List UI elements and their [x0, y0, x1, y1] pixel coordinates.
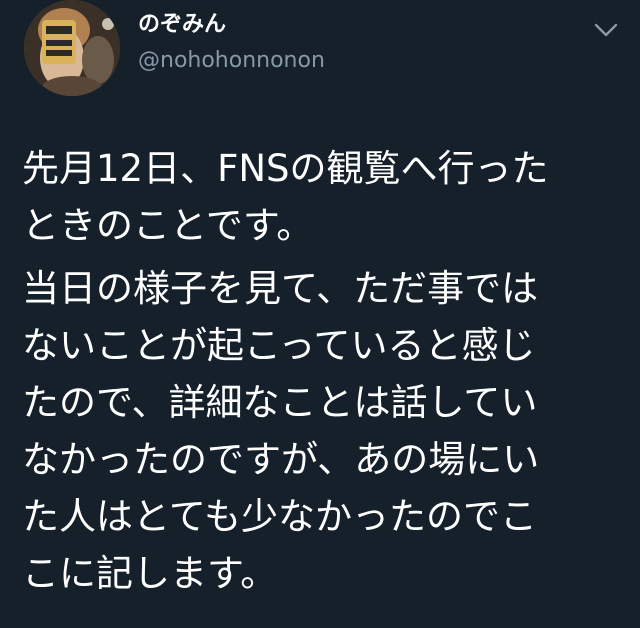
user-handle[interactable]: @nohohonnonon [138, 46, 325, 76]
chevron-down-icon[interactable] [592, 20, 620, 40]
avatar-image [24, 0, 120, 96]
text-line: こに記します。 [22, 552, 278, 595]
text-line: ときのことです。 [22, 204, 314, 247]
tweet-paragraph: 当日の様子を見て、ただ事では ないことが起こっていると感じ たので、詳細なことは… [22, 260, 622, 602]
user-avatar[interactable] [24, 0, 120, 96]
text-line: 当日の様子を見て、ただ事では [22, 267, 539, 310]
text-line: なかったのですが、あの場にい [22, 438, 540, 481]
tweet-paragraph: 先月12日、FNSの観覧へ行った ときのことです。 [22, 140, 622, 254]
text-line: 先月12日、FNSの観覧へ行った [22, 147, 549, 190]
text-line: ないことが起こっていると感じ [22, 324, 536, 367]
display-name[interactable]: のぞみん [138, 10, 226, 40]
text-line: たので、詳細なことは話してい [22, 381, 538, 424]
text-line: た人はとても少なかったのでこ [22, 495, 538, 538]
tweet-text: 先月12日、FNSの観覧へ行った ときのことです。 当日の様子を見て、ただ事では… [22, 140, 622, 602]
tweet-card: のぞみん @nohohonnonon 先月12日、FNSの観覧へ行った ときのこ… [0, 0, 640, 628]
